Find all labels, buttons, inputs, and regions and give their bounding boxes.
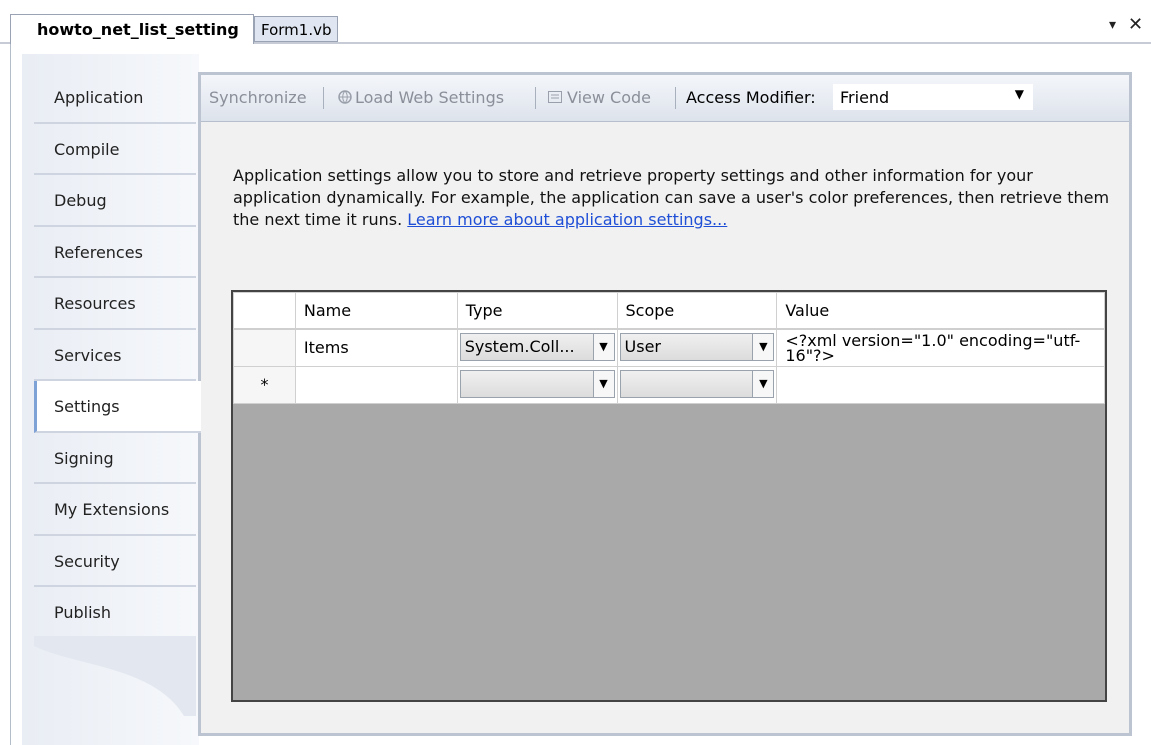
settings-description: Application settings allow you to store … [233,165,1113,231]
access-modifier-value: Friend [840,88,890,107]
new-name-cell[interactable] [294,365,458,404]
chevron-down-icon[interactable]: ▼ [752,370,774,397]
scope-select[interactable]: User ▼ [619,332,775,361]
learn-more-link[interactable]: Learn more about application settings... [407,210,727,229]
view-code-button[interactable]: View Code [547,88,651,107]
table-row: Items System.Coll... ▼ User ▼ <?xml vers… [233,328,1105,367]
table-new-row: * ▼ ▼ [233,365,1105,404]
designer-sidebar: Application Compile Debug References Res… [34,72,201,639]
access-modifier-select[interactable]: Friend ▼ [833,84,1033,110]
table-header-row: Name Type Scope Value [233,292,1105,330]
chevron-down-icon[interactable]: ▼ [592,333,614,360]
new-type-select[interactable]: ▼ [459,369,615,398]
view-code-label: View Code [567,88,652,107]
load-web-settings-label: Load Web Settings [355,88,505,107]
type-select[interactable]: System.Coll... ▼ [459,332,615,361]
window-position-icon[interactable]: ▾ [1109,17,1116,33]
column-header-scope[interactable]: Scope [616,292,778,330]
sidebar-item-security[interactable]: Security [34,536,196,587]
sidebar-item-debug[interactable]: Debug [34,175,196,227]
settings-table: Name Type Scope Value Items System.Coll.… [233,292,1105,404]
sidebar-item-signing[interactable]: Signing [34,433,196,484]
sidebar-tail-decoration [34,636,196,716]
column-header-name[interactable]: Name [294,292,458,330]
toolbar-separator [675,87,676,109]
access-modifier-label: Access Modifier: [686,88,816,107]
row-header[interactable] [233,328,296,367]
scope-value: User [624,336,661,356]
chevron-down-icon[interactable]: ▼ [592,370,614,397]
sidebar-item-services[interactable]: Services [34,330,196,381]
tab-form1-vb[interactable]: Form1.vb [254,16,338,42]
column-header-type[interactable]: Type [456,292,618,330]
column-header-value[interactable]: Value [776,292,1105,330]
synchronize-button[interactable]: Synchronize [209,88,307,107]
view-code-icon [548,91,562,103]
settings-grid: Name Type Scope Value Items System.Coll.… [231,290,1107,702]
setting-name-cell[interactable]: Items [294,328,458,367]
document-tab-strip: howto_net_list_setting Form1.vb ▾ ✕ [0,0,1151,44]
toolbar-separator [535,87,536,109]
load-web-settings-button[interactable]: Load Web Settings [337,88,504,107]
sidebar-item-my-extensions[interactable]: My Extensions [34,484,196,536]
sidebar-item-compile[interactable]: Compile [34,124,196,175]
new-scope-select[interactable]: ▼ [619,369,775,398]
toolbar-separator [323,87,324,109]
sidebar-item-publish[interactable]: Publish [34,587,196,639]
sidebar-item-references[interactable]: References [34,227,196,278]
new-scope-cell[interactable]: ▼ [616,365,778,404]
sidebar-item-application[interactable]: Application [34,72,196,124]
chevron-down-icon[interactable]: ▼ [752,333,774,360]
setting-type-cell[interactable]: System.Coll... ▼ [456,328,618,367]
sidebar-item-settings[interactable]: Settings [34,381,201,433]
row-header-corner [233,292,296,330]
sidebar-item-resources[interactable]: Resources [34,278,196,330]
chevron-down-icon: ▼ [1014,87,1024,101]
tab-howto-net-list-setting[interactable]: howto_net_list_setting [10,14,254,44]
type-value: System.Coll... [464,336,575,356]
settings-toolbar: Synchronize Load Web Settings View Code … [201,75,1129,122]
new-value-cell[interactable] [776,365,1105,404]
setting-scope-cell[interactable]: User ▼ [616,328,778,367]
new-row-marker[interactable]: * [233,365,296,404]
setting-value-cell[interactable]: <?xml version="1.0" encoding="utf-16"?> [776,328,1105,367]
settings-panel: Synchronize Load Web Settings View Code … [198,72,1132,736]
new-type-cell[interactable]: ▼ [456,365,618,404]
web-settings-icon [338,90,352,104]
close-icon[interactable]: ✕ [1128,14,1143,35]
